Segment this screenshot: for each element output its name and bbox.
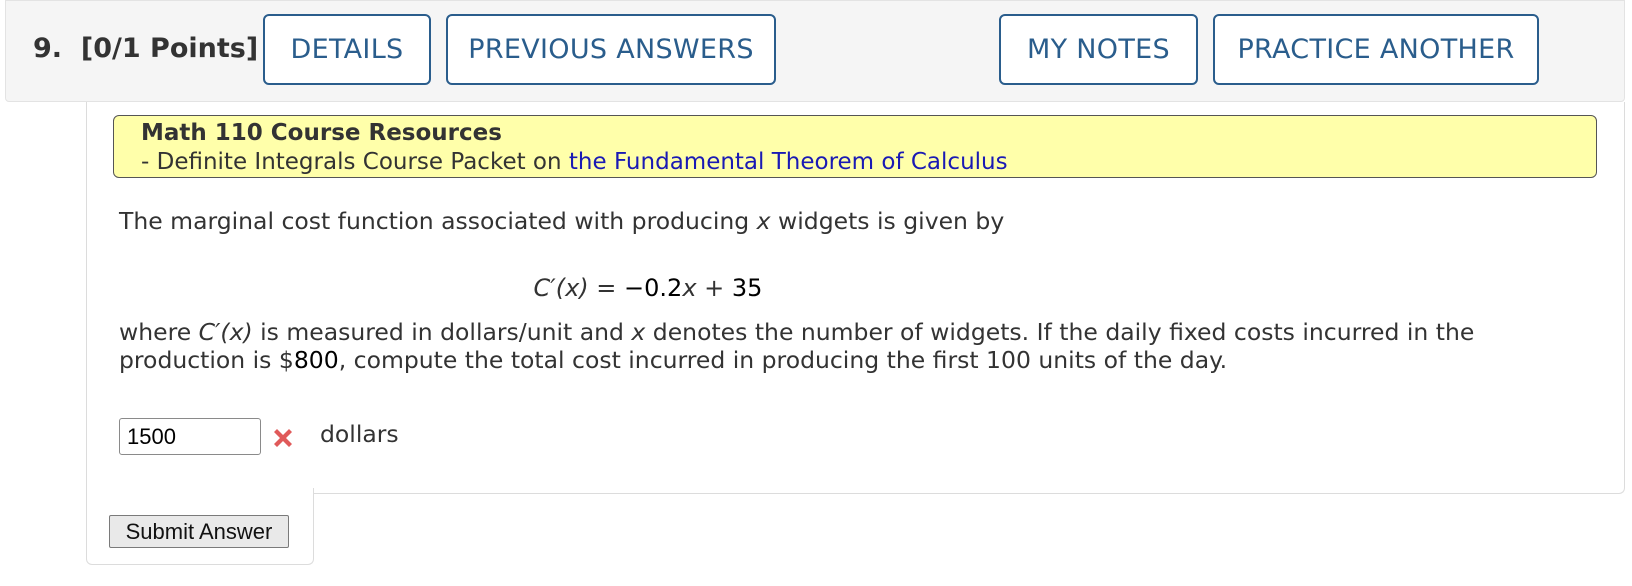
equation-variable: x: [682, 274, 697, 302]
question-points: [0/1 Points]: [80, 33, 259, 64]
equation-lhs: C′(x): [533, 274, 589, 302]
question-number-label: 9.: [33, 33, 63, 64]
submit-answer-button[interactable]: Submit Answer: [109, 515, 289, 548]
details-button[interactable]: DETAILS: [263, 14, 431, 85]
my-notes-button[interactable]: MY NOTES: [999, 14, 1198, 85]
problem-line-1: where C′(x) is measured in dollars/unit …: [119, 317, 1474, 347]
line1-function: C′(x): [198, 318, 253, 346]
marginal-cost-equation: C′(x) = −0.2x + 35: [0, 274, 1296, 302]
intro-text: The marginal cost function associated wi…: [119, 207, 757, 235]
line1-text-a: where: [119, 318, 199, 346]
course-resources-box: Math 110 Course Resources - Definite Int…: [113, 115, 1597, 178]
intro-text-end: widgets is given by: [770, 207, 1005, 235]
equation-constant: 35: [731, 274, 763, 302]
equation-plus: +: [696, 274, 732, 302]
line1-text-c: denotes the number of widgets. If the da…: [645, 318, 1475, 346]
x-mark-icon: [274, 429, 292, 447]
fundamental-theorem-link[interactable]: the Fundamental Theorem of Calculus: [569, 149, 1008, 175]
line1-text-b: is measured in dollars/unit and: [252, 318, 632, 346]
previous-answers-button[interactable]: PREVIOUS ANSWERS: [446, 14, 776, 85]
equation-coefficient: −0.2: [624, 274, 683, 302]
equation-equals: =: [588, 274, 625, 302]
resources-line: - Definite Integrals Course Packet on th…: [141, 149, 1008, 175]
line2-text-a: production is $: [119, 346, 294, 374]
answer-input[interactable]: [119, 418, 261, 455]
fixed-cost-value: 800: [293, 346, 339, 374]
line2-text-b: , compute the total cost incurred in pro…: [338, 346, 1228, 374]
question-number: 9. [0/1 Points]: [33, 33, 258, 64]
intro-variable: x: [756, 207, 771, 235]
practice-another-button[interactable]: PRACTICE ANOTHER: [1213, 14, 1539, 85]
problem-intro: The marginal cost function associated wi…: [119, 206, 1004, 236]
problem-line-2: production is $800, compute the total co…: [119, 345, 1227, 375]
answer-units: dollars: [320, 420, 399, 448]
line1-variable: x: [631, 318, 646, 346]
resources-prefix: - Definite Integrals Course Packet on: [141, 149, 569, 175]
resources-title: Math 110 Course Resources: [141, 120, 502, 146]
